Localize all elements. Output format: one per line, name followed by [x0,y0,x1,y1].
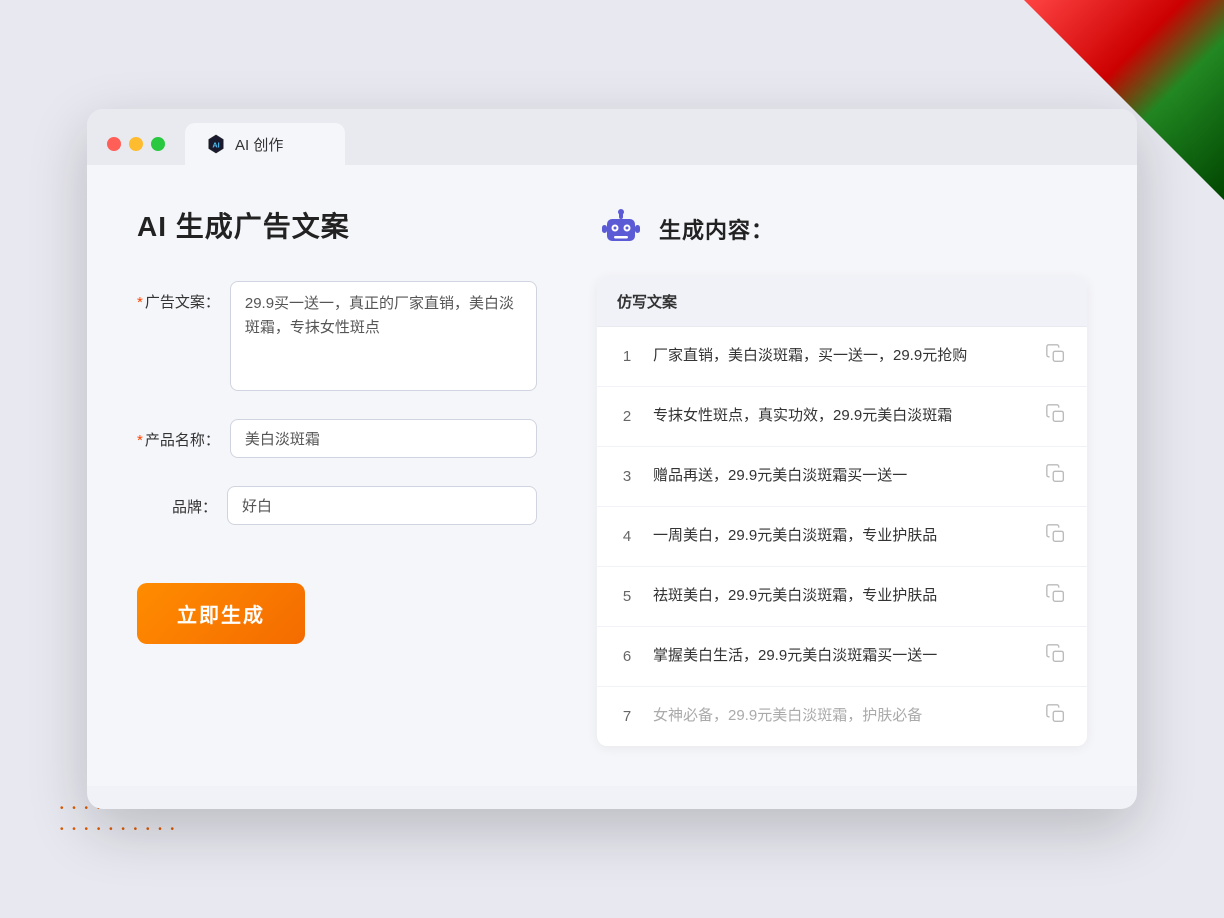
svg-text:AI: AI [212,141,219,150]
copy-icon[interactable] [1045,523,1067,550]
ad-copy-form-group: *广告文案： [137,281,537,391]
product-name-form-group: *产品名称： [137,419,537,458]
ad-copy-label: *广告文案： [137,281,220,312]
browser-window: AI AI 创作 AI 生成广告文案 *广告文案： *产品名称： [87,109,1137,809]
row-number: 4 [617,528,637,545]
row-text: 厂家直销，美白淡斑霜，买一送一，29.9元抢购 [653,345,1029,368]
copy-icon[interactable] [1045,583,1067,610]
table-row: 7 女神必备，29.9元美白淡斑霜，护肤必备 [597,687,1087,746]
product-name-label: *产品名称： [137,419,220,450]
maximize-button[interactable] [151,137,165,151]
result-header: 生成内容： [597,205,1087,253]
left-panel: AI 生成广告文案 *广告文案： *产品名称： 品牌： 立 [137,205,537,746]
copy-icon[interactable] [1045,403,1067,430]
close-button[interactable] [107,137,121,151]
generate-button[interactable]: 立即生成 [137,583,305,644]
row-number: 5 [617,588,637,605]
browser-content: AI 生成广告文案 *广告文案： *产品名称： 品牌： 立 [87,165,1137,786]
robot-icon [597,205,645,253]
tab-label: AI 创作 [235,134,283,155]
ad-copy-required: * [137,294,143,311]
row-text: 祛斑美白，29.9元美白淡斑霜，专业护肤品 [653,585,1029,608]
result-title: 生成内容： [659,213,774,245]
row-number: 7 [617,708,637,725]
table-row: 2 专抹女性斑点，真实功效，29.9元美白淡斑霜 [597,387,1087,447]
row-text: 掌握美白生活，29.9元美白淡斑霜买一送一 [653,645,1029,668]
row-number: 3 [617,468,637,485]
table-row: 4 一周美白，29.9元美白淡斑霜，专业护肤品 [597,507,1087,567]
copy-icon[interactable] [1045,343,1067,370]
table-header: 仿写文案 [597,277,1087,327]
row-text: 一周美白，29.9元美白淡斑霜，专业护肤品 [653,525,1029,548]
copy-icon[interactable] [1045,463,1067,490]
page-title: AI 生成广告文案 [137,205,537,245]
row-text: 专抹女性斑点，真实功效，29.9元美白淡斑霜 [653,405,1029,428]
brand-label: 品牌： [137,486,217,517]
ad-copy-input[interactable] [230,281,537,391]
copy-icon[interactable] [1045,643,1067,670]
window-controls [107,137,165,165]
browser-tab[interactable]: AI AI 创作 [185,123,345,165]
result-table: 仿写文案 1 厂家直销，美白淡斑霜，买一送一，29.9元抢购 2 专抹女性斑点，真实… [597,277,1087,746]
row-number: 6 [617,648,637,665]
result-rows-container: 1 厂家直销，美白淡斑霜，买一送一，29.9元抢购 2 专抹女性斑点，真实功效，29… [597,327,1087,746]
table-row: 6 掌握美白生活，29.9元美白淡斑霜买一送一 [597,627,1087,687]
right-panel: 生成内容： 仿写文案 1 厂家直销，美白淡斑霜，买一送一，29.9元抢购 2 专抹女… [597,205,1087,746]
row-text: 赠品再送，29.9元美白淡斑霜买一送一 [653,465,1029,488]
table-row: 5 祛斑美白，29.9元美白淡斑霜，专业护肤品 [597,567,1087,627]
brand-form-group: 品牌： [137,486,537,525]
table-row: 1 厂家直销，美白淡斑霜，买一送一，29.9元抢购 [597,327,1087,387]
minimize-button[interactable] [129,137,143,151]
product-name-input[interactable] [230,419,537,458]
row-number: 1 [617,348,637,365]
table-row: 3 赠品再送，29.9元美白淡斑霜买一送一 [597,447,1087,507]
brand-input[interactable] [227,486,537,525]
browser-chrome: AI AI 创作 [87,109,1137,165]
ai-tab-icon: AI [205,133,227,155]
row-text: 女神必备，29.9元美白淡斑霜，护肤必备 [653,705,1029,728]
row-number: 2 [617,408,637,425]
product-required: * [137,432,143,449]
copy-icon[interactable] [1045,703,1067,730]
